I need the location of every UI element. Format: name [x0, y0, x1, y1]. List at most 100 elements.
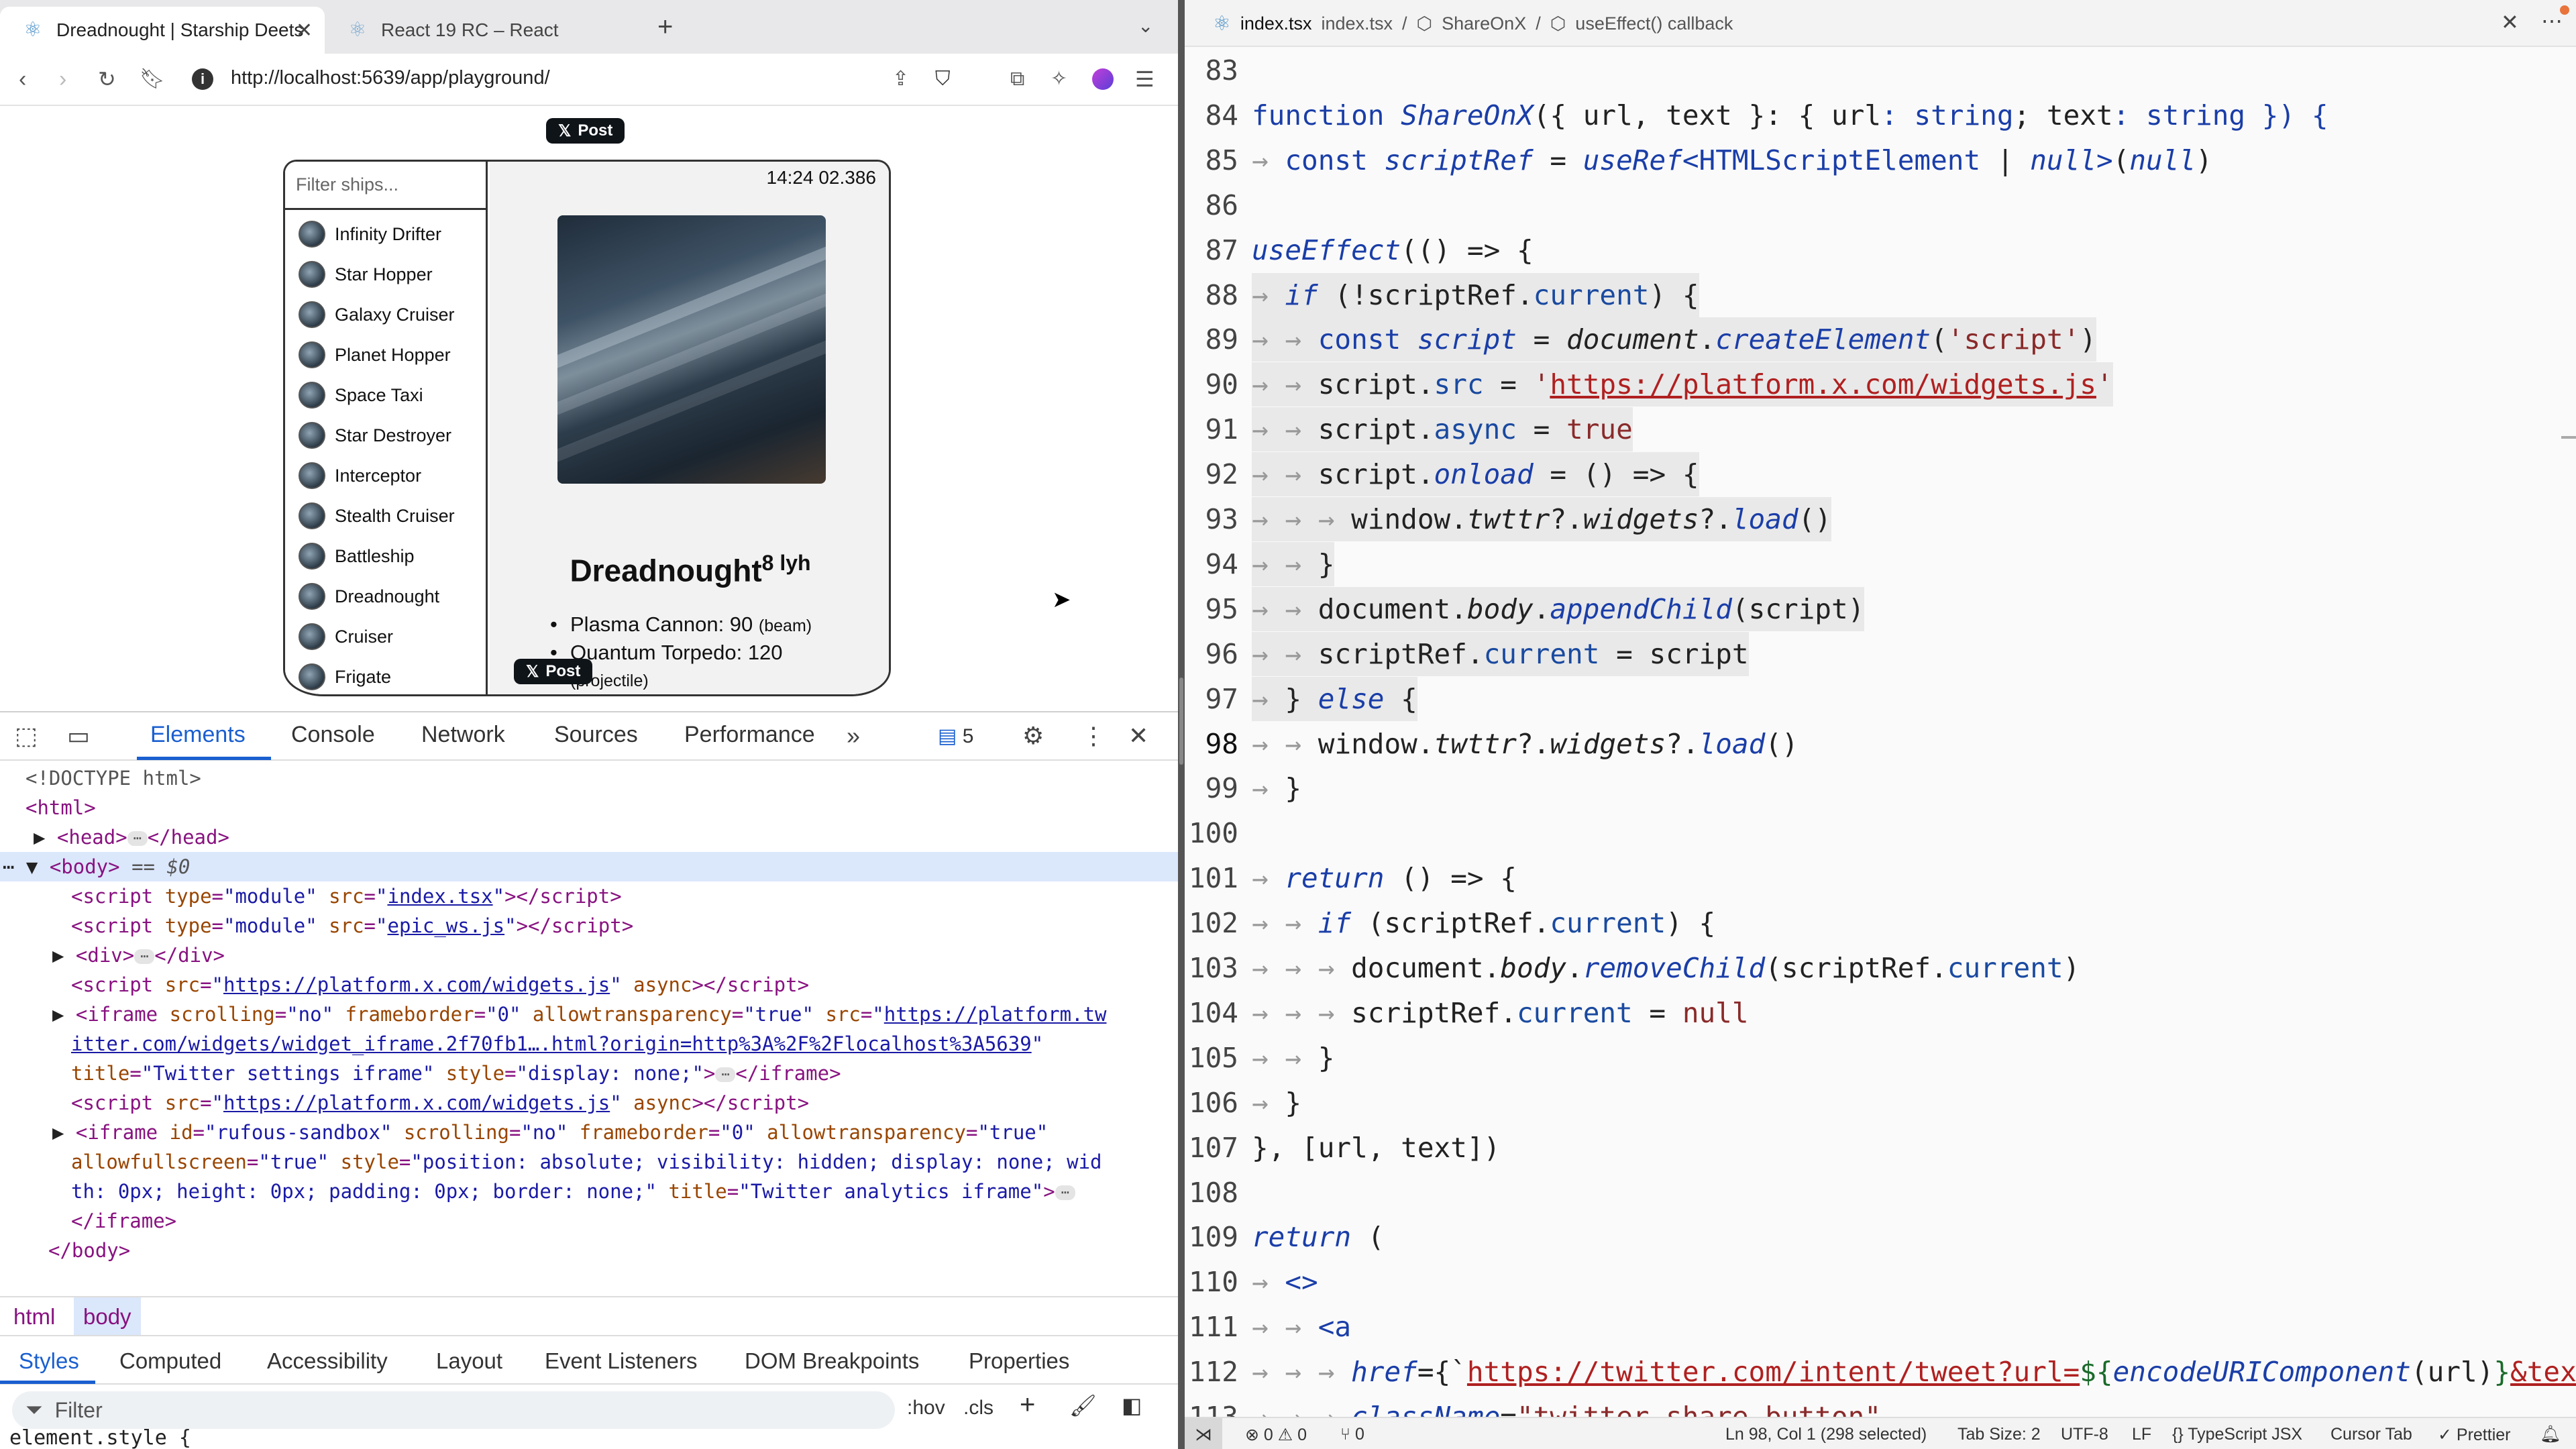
end-of-line[interactable]: LF	[2132, 1425, 2151, 1444]
language-mode[interactable]: {} TypeScript JSX	[2172, 1425, 2302, 1444]
subtab-event-listeners[interactable]: Event Listeners	[545, 1348, 697, 1374]
cls-toggle[interactable]: .cls	[963, 1397, 994, 1419]
issues-badge[interactable]: ▤ 5	[938, 724, 973, 748]
dom-html[interactable]: <html>	[0, 793, 1178, 822]
ship-list-item[interactable]: Infinity Drifter	[299, 214, 441, 254]
dom-script-widgets-2[interactable]: <script src="https://platform.x.com/widg…	[0, 1088, 1178, 1118]
site-info-icon[interactable]: i	[192, 68, 213, 90]
ship-list-item[interactable]: Interceptor	[299, 455, 421, 496]
browser-tab-active[interactable]: ⚛ Dreadnought | Starship Deets ✕	[0, 7, 325, 54]
tab-size[interactable]: Tab Size: 2	[1957, 1425, 2041, 1444]
code-line[interactable]: 91 → → script.async = true	[1185, 407, 2576, 452]
dom-script-epic[interactable]: <script type="module" src="epic_ws.js"><…	[0, 911, 1178, 941]
breadcrumb-callback[interactable]: useEffect() callback	[1575, 13, 1733, 34]
ship-list-item[interactable]: Space Taxi	[299, 375, 423, 415]
ship-list-item[interactable]: Planet Hopper	[299, 335, 451, 375]
code-line[interactable]: 109 return (	[1185, 1215, 2576, 1259]
dom-iframe-rufous[interactable]: ▶ <iframe id="rufous-sandbox" scrolling=…	[0, 1118, 1178, 1147]
device-toolbar-icon[interactable]: ▭	[67, 722, 90, 750]
more-tabs-icon[interactable]: »	[847, 722, 860, 750]
new-rule-icon[interactable]: +	[1020, 1390, 1035, 1420]
code-line[interactable]: 85 → const scriptRef = useRef<HTMLScriptE…	[1185, 138, 2576, 182]
breadcrumb-html[interactable]: html	[13, 1304, 55, 1330]
forward-icon[interactable]: ›	[59, 66, 66, 93]
code-line[interactable]: 89 → → const script = document.createElem…	[1185, 317, 2576, 362]
code-line[interactable]: 106 → }	[1185, 1081, 2576, 1125]
ship-list-item[interactable]: Galaxy Cruiser	[299, 294, 455, 335]
remote-icon[interactable]: ⋊	[1185, 1418, 1222, 1449]
back-icon[interactable]: ‹	[19, 66, 26, 93]
browser-tab[interactable]: ⚛ React 19 RC – React	[325, 7, 640, 54]
leo-ai-icon[interactable]: ✧	[1051, 66, 1067, 93]
breadcrumb-function[interactable]: ShareOnX	[1442, 13, 1526, 34]
close-tab-icon[interactable]: ✕	[296, 19, 313, 42]
subtab-accessibility[interactable]: Accessibility	[267, 1348, 388, 1374]
split-divider[interactable]	[1178, 0, 1185, 1449]
chevron-down-icon[interactable]: ⌄	[1138, 15, 1153, 37]
notifications-icon[interactable]: 🔔︎	[2540, 1425, 2561, 1444]
brave-shield-icon[interactable]: ⛉	[935, 66, 951, 93]
code-line[interactable]: 87 useEffect(() => {	[1185, 228, 2576, 272]
x-post-button-top[interactable]: 𝕏 Post	[546, 118, 625, 144]
ship-list-item[interactable]: Cruiser	[299, 616, 393, 657]
code-line[interactable]: 103 → → → document.body.removeChild(scrip…	[1185, 946, 2576, 990]
code-line[interactable]: 98 → → window.twttr?.widgets?.load()	[1185, 722, 2576, 766]
paint-icon[interactable]: 🖌︎	[1069, 1393, 1097, 1418]
code-line[interactable]: 93 → → → window.twttr?.widgets?.load()	[1185, 497, 2576, 541]
code-line[interactable]: 100	[1185, 811, 2576, 855]
dom-head[interactable]: ▶ <head> ⋯ </head>	[0, 822, 1178, 852]
code-area[interactable]: 83 84 function ShareOnX({ url, text }: { u…	[1185, 48, 2576, 1433]
new-tab-icon[interactable]: +	[657, 12, 673, 42]
dom-iframe-settings[interactable]: ▶ <iframe scrolling="no" frameborder="0"…	[0, 1000, 1178, 1029]
ship-list-item[interactable]: Frigate	[299, 657, 391, 694]
code-line[interactable]: 97 → } else {	[1185, 676, 2576, 721]
dom-script-index[interactable]: <script type="module" src="index.tsx"></…	[0, 881, 1178, 911]
toggle-sidebar-icon[interactable]: ◧	[1122, 1393, 1142, 1418]
subtab-computed[interactable]: Computed	[119, 1348, 221, 1374]
ship-list-item[interactable]: Dreadnought	[299, 576, 439, 616]
code-line[interactable]: 92 → → script.onload = () => {	[1185, 452, 2576, 497]
tab-network[interactable]: Network	[421, 722, 505, 748]
dom-body[interactable]: ⋯ ▼ <body> == $0	[0, 852, 1178, 881]
ship-list-item[interactable]: Star Destroyer	[299, 415, 451, 455]
code-line[interactable]: 94 → → }	[1185, 541, 2576, 586]
tab-elements[interactable]: Elements	[150, 722, 246, 748]
element-style-rule[interactable]: element.style {	[9, 1426, 191, 1449]
code-line[interactable]: 86	[1185, 183, 2576, 227]
subtab-dom-breakpoints[interactable]: DOM Breakpoints	[745, 1348, 919, 1374]
code-line[interactable]: 88 → if (!scriptRef.current) {	[1185, 272, 2576, 317]
code-line[interactable]: 108	[1185, 1171, 2576, 1215]
prettier-status[interactable]: ✓ Prettier	[2438, 1425, 2511, 1445]
styles-filter-input[interactable]: ⏷ Filter	[12, 1391, 895, 1429]
subtab-properties[interactable]: Properties	[969, 1348, 1069, 1374]
code-line[interactable]: 102 → → if (scriptRef.current) {	[1185, 901, 2576, 945]
code-line[interactable]: 99 → }	[1185, 766, 2576, 810]
dom-doctype[interactable]: <!DOCTYPE html>	[0, 763, 1178, 793]
tab-performance[interactable]: Performance	[684, 722, 815, 748]
ship-list-item[interactable]: Star Hopper	[299, 254, 433, 294]
inspect-element-icon[interactable]: ⬚	[15, 722, 38, 750]
dom-script-widgets[interactable]: <script src="https://platform.x.com/widg…	[0, 970, 1178, 1000]
breadcrumb-file[interactable]: index.tsx	[1321, 13, 1393, 34]
breadcrumb-body[interactable]: body	[74, 1297, 141, 1335]
share-icon[interactable]: ⇪	[892, 66, 909, 93]
tab-console[interactable]: Console	[291, 722, 375, 748]
profile-avatar[interactable]	[1092, 68, 1114, 90]
x-post-button-bottom[interactable]: 𝕏 Post	[514, 659, 593, 684]
code-line[interactable]: 107}, [url, text])	[1185, 1126, 2576, 1170]
encoding[interactable]: UTF-8	[2061, 1425, 2108, 1444]
reload-icon[interactable]: ↻	[98, 66, 116, 93]
code-line[interactable]: 101 → return () => {	[1185, 856, 2576, 900]
code-line[interactable]: 111 → → <a	[1185, 1305, 2576, 1349]
code-line[interactable]: 110 → <>	[1185, 1260, 2576, 1304]
code-line[interactable]: 104 → → → scriptRef.current = null	[1185, 991, 2576, 1035]
ship-filter-input[interactable]	[285, 162, 486, 210]
code-line[interactable]: 96 → → scriptRef.current = script	[1185, 631, 2576, 676]
bookmark-icon[interactable]: 🔖︎	[140, 66, 165, 93]
settings-gear-icon[interactable]: ⚙	[1022, 722, 1044, 750]
code-line[interactable]: 95 → → document.body.appendChild(script)	[1185, 586, 2576, 631]
extensions-icon[interactable]: ⧉	[1010, 66, 1024, 93]
subtab-layout[interactable]: Layout	[436, 1348, 502, 1374]
cursor-position[interactable]: Ln 98, Col 1 (298 selected)	[1725, 1425, 1927, 1444]
subtab-styles[interactable]: Styles	[19, 1348, 79, 1374]
